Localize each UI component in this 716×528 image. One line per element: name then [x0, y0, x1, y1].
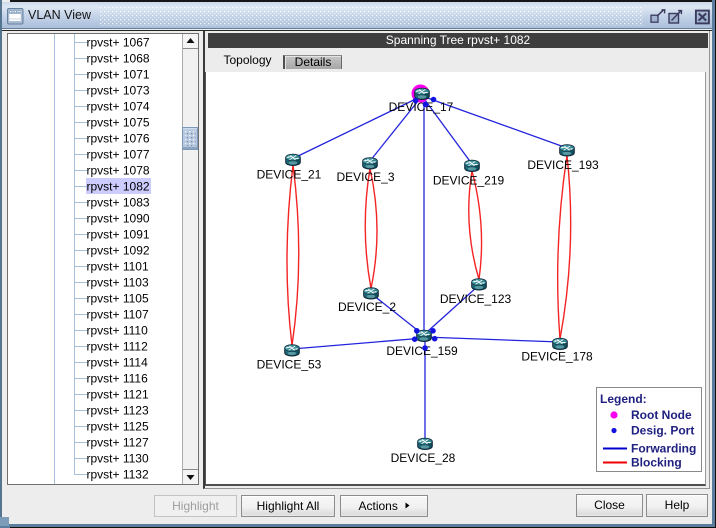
svg-text:DEVICE_193: DEVICE_193 [527, 158, 599, 172]
svg-text:Blocking: Blocking [631, 456, 682, 470]
svg-text:rpvst+ 1127: rpvst+ 1127 [87, 436, 149, 450]
svg-text:rpvst+ 1073: rpvst+ 1073 [87, 84, 150, 98]
svg-text:rpvst+ 1068: rpvst+ 1068 [87, 52, 150, 66]
svg-text:rpvst+ 1083: rpvst+ 1083 [87, 196, 150, 210]
svg-text:rpvst+ 1090: rpvst+ 1090 [87, 212, 150, 226]
svg-text:rpvst+ 1130: rpvst+ 1130 [87, 452, 149, 466]
svg-text:rpvst+ 1112: rpvst+ 1112 [87, 340, 149, 354]
svg-text:rpvst+ 1125: rpvst+ 1125 [87, 420, 149, 434]
svg-text:rpvst+ 1074: rpvst+ 1074 [87, 100, 150, 114]
svg-text:DEVICE_28: DEVICE_28 [391, 451, 456, 465]
svg-text:rpvst+ 1082: rpvst+ 1082 [87, 180, 150, 194]
svg-text:rpvst+ 1123: rpvst+ 1123 [87, 404, 149, 418]
svg-text:rpvst+ 1078: rpvst+ 1078 [87, 164, 150, 178]
svg-text:DEVICE_2: DEVICE_2 [338, 300, 396, 314]
svg-text:rpvst+ 1116: rpvst+ 1116 [87, 372, 149, 386]
svg-text:DEVICE_53: DEVICE_53 [257, 358, 322, 372]
svg-text:rpvst+ 1077: rpvst+ 1077 [87, 148, 150, 162]
svg-text:rpvst+ 1071: rpvst+ 1071 [87, 68, 150, 82]
svg-text:Root Node: Root Node [631, 408, 692, 422]
svg-text:DEVICE_3: DEVICE_3 [336, 170, 394, 184]
svg-text:rpvst+ 1076: rpvst+ 1076 [87, 132, 150, 146]
svg-text:DEVICE_123: DEVICE_123 [440, 292, 512, 306]
svg-text:rpvst+ 1132: rpvst+ 1132 [87, 468, 149, 482]
svg-text:DEVICE_17: DEVICE_17 [389, 100, 454, 114]
svg-text:DEVICE_178: DEVICE_178 [521, 350, 593, 364]
svg-text:rpvst+ 1101: rpvst+ 1101 [87, 260, 149, 274]
svg-text:rpvst+ 1092: rpvst+ 1092 [87, 244, 150, 258]
svg-text:DEVICE_219: DEVICE_219 [433, 174, 505, 188]
svg-text:Forwarding: Forwarding [631, 442, 696, 456]
svg-text:rpvst+ 1107: rpvst+ 1107 [87, 308, 149, 322]
svg-text:rpvst+ 1114: rpvst+ 1114 [87, 356, 149, 370]
svg-text:rpvst+ 1067: rpvst+ 1067 [87, 36, 150, 50]
svg-text:DEVICE_21: DEVICE_21 [257, 168, 322, 182]
svg-text:Desig. Port: Desig. Port [631, 424, 694, 438]
svg-text:rpvst+ 1103: rpvst+ 1103 [87, 276, 149, 290]
svg-text:rpvst+ 1075: rpvst+ 1075 [87, 116, 150, 130]
svg-text:rpvst+ 1105: rpvst+ 1105 [87, 292, 149, 306]
svg-text:rpvst+ 1121: rpvst+ 1121 [87, 388, 149, 402]
svg-text:DEVICE_159: DEVICE_159 [386, 344, 458, 358]
svg-text:Legend:: Legend: [600, 392, 647, 406]
svg-text:rpvst+ 1091: rpvst+ 1091 [87, 228, 150, 242]
svg-text:rpvst+ 1110: rpvst+ 1110 [87, 324, 149, 338]
